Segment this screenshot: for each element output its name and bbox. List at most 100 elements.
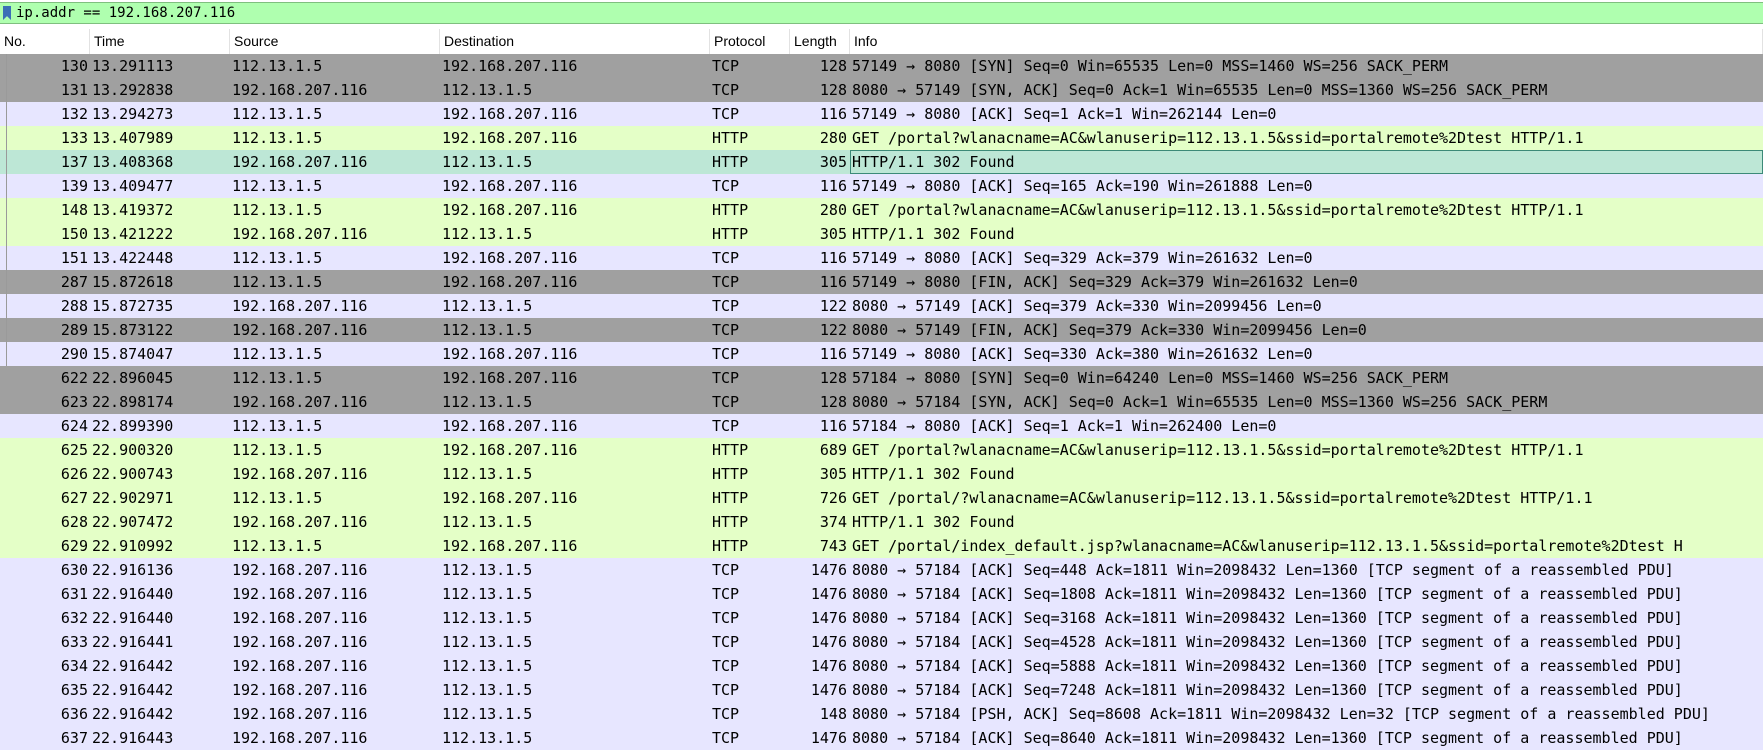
packet-row[interactable]: 137 13.408368 192.168.207.116 112.13.1.5 HTT…: [0, 150, 1763, 174]
packet-row[interactable]: 634 22.916442 192.168.207.116 112.13.1.5 TCP…: [0, 654, 1763, 678]
packet-row[interactable]: 289 15.873122 192.168.207.116 112.13.1.5 TCP…: [0, 318, 1763, 342]
packet-length: 128: [819, 393, 847, 411]
packet-protocol: TCP: [712, 561, 740, 579]
packet-row[interactable]: 625 22.900320 112.13.1.5 192.168.207.116 HTT…: [0, 438, 1763, 462]
packet-row[interactable]: 133 13.407989 112.13.1.5 192.168.207.116 HTT…: [0, 126, 1763, 150]
conversation-bracket-line: [6, 246, 7, 270]
packet-length: 122: [819, 297, 847, 315]
packet-source: 192.168.207.116: [232, 729, 368, 747]
packet-info: 57149 → 8080 [ACK] Seq=1 Ack=1 Win=26214…: [852, 105, 1277, 123]
packet-no: 289: [60, 321, 88, 339]
packet-row[interactable]: 627 22.902971 112.13.1.5 192.168.207.116 HTT…: [0, 486, 1763, 510]
packet-destination: 192.168.207.116: [442, 129, 578, 147]
packet-source: 192.168.207.116: [232, 465, 368, 483]
packet-length: 1476: [810, 585, 847, 603]
packet-length: 1476: [810, 729, 847, 747]
packet-length: 1476: [810, 657, 847, 675]
packet-no: 148: [60, 201, 88, 219]
packet-length: 116: [819, 177, 847, 195]
packet-row[interactable]: 623 22.898174 192.168.207.116 112.13.1.5 TCP…: [0, 390, 1763, 414]
packet-protocol: TCP: [712, 369, 740, 387]
packet-time: 15.874047: [92, 345, 174, 363]
packet-length: 128: [819, 81, 847, 99]
packet-row[interactable]: 287 15.872618 112.13.1.5 192.168.207.116 TCP…: [0, 270, 1763, 294]
packet-row[interactable]: 622 22.896045 112.13.1.5 192.168.207.116 TCP…: [0, 366, 1763, 390]
column-header-no[interactable]: No.: [0, 29, 90, 54]
packet-no: 637: [60, 729, 88, 747]
packet-row[interactable]: 626 22.900743 192.168.207.116 112.13.1.5 HTT…: [0, 462, 1763, 486]
packet-info: 8080 → 57184 [ACK] Seq=448 Ack=1811 Win=…: [852, 561, 1674, 579]
column-header-protocol[interactable]: Protocol: [710, 29, 790, 54]
packet-no: 629: [60, 537, 88, 555]
packet-row[interactable]: 633 22.916441 192.168.207.116 112.13.1.5 TCP…: [0, 630, 1763, 654]
packet-row[interactable]: 624 22.899390 112.13.1.5 192.168.207.116 TCP…: [0, 414, 1763, 438]
packet-list-header: No. Time Source Destination Protocol Len…: [0, 29, 1763, 55]
packet-source: 112.13.1.5: [232, 369, 323, 387]
display-filter-input[interactable]: ip.addr == 192.168.207.116: [16, 5, 235, 21]
packet-row[interactable]: 150 13.421222 192.168.207.116 112.13.1.5 HTT…: [0, 222, 1763, 246]
conversation-bracket-line: [6, 150, 7, 174]
packet-source: 112.13.1.5: [232, 177, 323, 195]
column-header-time[interactable]: Time: [90, 29, 230, 54]
packet-no: 626: [60, 465, 88, 483]
column-header-destination[interactable]: Destination: [440, 29, 710, 54]
packet-destination: 112.13.1.5: [442, 705, 533, 723]
packet-row[interactable]: 132 13.294273 112.13.1.5 192.168.207.116 TCP…: [0, 102, 1763, 126]
packet-info: 8080 → 57184 [ACK] Seq=3168 Ack=1811 Win…: [852, 609, 1683, 627]
packet-info: GET /portal/?wlanacname=AC&wlanuserip=11…: [852, 489, 1593, 507]
packet-row[interactable]: 628 22.907472 192.168.207.116 112.13.1.5 HTT…: [0, 510, 1763, 534]
column-header-source[interactable]: Source: [230, 29, 440, 54]
display-filter-bar[interactable]: ip.addr == 192.168.207.116: [0, 2, 1763, 24]
conversation-bracket-line: [6, 294, 7, 318]
packet-row[interactable]: 631 22.916440 192.168.207.116 112.13.1.5 TCP…: [0, 582, 1763, 606]
packet-row[interactable]: 139 13.409477 112.13.1.5 192.168.207.116 TCP…: [0, 174, 1763, 198]
packet-no: 622: [60, 369, 88, 387]
packet-row[interactable]: 130 13.291113 112.13.1.5 192.168.207.116 TCP…: [0, 54, 1763, 78]
packet-source: 112.13.1.5: [232, 417, 323, 435]
packet-row[interactable]: 148 13.419372 112.13.1.5 192.168.207.116 HTT…: [0, 198, 1763, 222]
packet-info: 8080 → 57184 [ACK] Seq=8640 Ack=1811 Win…: [852, 729, 1683, 747]
conversation-bracket-line: [6, 222, 7, 246]
packet-length: 280: [819, 201, 847, 219]
packet-row[interactable]: 131 13.292838 192.168.207.116 112.13.1.5 TCP…: [0, 78, 1763, 102]
packet-source: 112.13.1.5: [232, 57, 323, 75]
packet-row[interactable]: 629 22.910992 112.13.1.5 192.168.207.116 HTT…: [0, 534, 1763, 558]
packet-length: 305: [819, 225, 847, 243]
packet-destination: 112.13.1.5: [442, 297, 533, 315]
packet-protocol: TCP: [712, 585, 740, 603]
bookmark-icon[interactable]: [3, 6, 11, 20]
packet-protocol: TCP: [712, 417, 740, 435]
packet-no: 150: [60, 225, 88, 243]
packet-source: 192.168.207.116: [232, 393, 368, 411]
packet-destination: 192.168.207.116: [442, 105, 578, 123]
packet-row[interactable]: 151 13.422448 112.13.1.5 192.168.207.116 TCP…: [0, 246, 1763, 270]
column-header-info[interactable]: Info: [850, 29, 1763, 54]
packet-info: 8080 → 57184 [SYN, ACK] Seq=0 Ack=1 Win=…: [852, 393, 1548, 411]
packet-time: 22.899390: [92, 417, 174, 435]
packet-row[interactable]: 632 22.916440 192.168.207.116 112.13.1.5 TCP…: [0, 606, 1763, 630]
packet-row[interactable]: 635 22.916442 192.168.207.116 112.13.1.5 TCP…: [0, 678, 1763, 702]
packet-info: 8080 → 57184 [ACK] Seq=5888 Ack=1811 Win…: [852, 657, 1683, 675]
packet-time: 22.902971: [92, 489, 174, 507]
packet-protocol: TCP: [712, 345, 740, 363]
packet-info: 57149 → 8080 [FIN, ACK] Seq=329 Ack=379 …: [852, 273, 1358, 291]
packet-info: HTTP/1.1 302 Found: [852, 225, 1015, 243]
packet-info: HTTP/1.1 302 Found: [852, 513, 1015, 531]
column-header-length[interactable]: Length: [790, 29, 850, 54]
packet-destination: 192.168.207.116: [442, 441, 578, 459]
packet-info: 8080 → 57149 [SYN, ACK] Seq=0 Ack=1 Win=…: [852, 81, 1548, 99]
packet-info: GET /portal?wlanacname=AC&wlanuserip=112…: [852, 129, 1584, 147]
packet-source: 112.13.1.5: [232, 249, 323, 267]
packet-row[interactable]: 290 15.874047 112.13.1.5 192.168.207.116 TCP…: [0, 342, 1763, 366]
packet-row[interactable]: 637 22.916443 192.168.207.116 112.13.1.5 TCP…: [0, 726, 1763, 750]
packet-length: 116: [819, 417, 847, 435]
packet-row[interactable]: 636 22.916442 192.168.207.116 112.13.1.5 TCP…: [0, 702, 1763, 726]
packet-destination: 112.13.1.5: [442, 465, 533, 483]
packet-no: 636: [60, 705, 88, 723]
packet-protocol: TCP: [712, 657, 740, 675]
packet-protocol: TCP: [712, 609, 740, 627]
packet-row[interactable]: 630 22.916136 192.168.207.116 112.13.1.5 TCP…: [0, 558, 1763, 582]
conversation-bracket-line: [6, 126, 7, 150]
packet-length: 116: [819, 249, 847, 267]
packet-row[interactable]: 288 15.872735 192.168.207.116 112.13.1.5 TCP…: [0, 294, 1763, 318]
